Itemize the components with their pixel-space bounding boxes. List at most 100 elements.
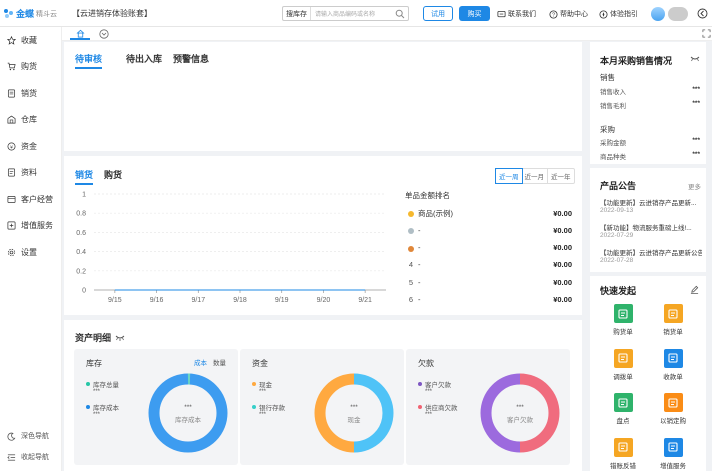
legend-bank: 银行存款	[252, 402, 285, 412]
buy-button[interactable]: 购买	[459, 6, 490, 21]
legend-value: ***	[259, 389, 267, 395]
y-tick-label: 0.2	[76, 268, 86, 275]
legend-label: 供应商欠款	[425, 405, 458, 412]
sales-profit-row: 销售毛利 ***	[600, 100, 700, 110]
eye-closed-icon[interactable]	[115, 335, 125, 341]
legend-value: ***	[93, 389, 101, 395]
quick-action[interactable]: 以销定购	[658, 393, 688, 425]
purchase-amount-row: 采购金额 ***	[600, 137, 700, 147]
row-label: 采购金额	[600, 140, 626, 147]
quick-action-label: 购货单	[613, 329, 633, 336]
search-scope[interactable]: 搜库存	[283, 7, 311, 20]
rank-value: ¥0.00	[553, 277, 572, 287]
rank-value: ¥0.00	[553, 295, 572, 304]
sidebar-item-sales[interactable]: 销货	[0, 80, 61, 107]
search-icon[interactable]	[395, 9, 405, 19]
collapse-icon	[7, 453, 16, 461]
y-tick-label: 0	[82, 288, 86, 295]
sidebar-item-label: 收藏	[21, 35, 37, 45]
more-link[interactable]: 更多	[688, 181, 701, 191]
x-tick-label: 9/20	[317, 297, 331, 304]
quick-action[interactable]: 盘点	[608, 393, 638, 425]
x-tick-label: 9/17	[191, 297, 205, 304]
product-types-row: 商品种类 ***	[600, 151, 700, 161]
search-input[interactable]: 请输入商品编码或名称	[311, 9, 395, 18]
reverse-icon	[613, 437, 633, 457]
row-label: 商品种类	[600, 154, 626, 161]
sidebar-item-cart[interactable]: 购货	[0, 54, 61, 81]
rank-row: 5- ¥0.00	[404, 276, 572, 288]
sidebar-item-money[interactable]: ¥ 资金	[0, 133, 61, 160]
toggle-cost[interactable]: 成本	[194, 357, 207, 367]
exit-icon[interactable]	[697, 8, 708, 19]
announcement-item[interactable]: 【功能更新】云进销存产品更新...	[600, 197, 702, 207]
customer-icon	[7, 195, 16, 203]
app-logo[interactable]: 金蝶 精斗云	[4, 7, 57, 20]
sidebar-item-warehouse[interactable]: 仓库	[0, 107, 61, 134]
edit-icon[interactable]	[690, 285, 699, 294]
legend-inventory-total: 库存总量	[86, 379, 119, 389]
tab-pending-review[interactable]: 待审核	[75, 52, 103, 69]
fullscreen-icon[interactable]	[702, 29, 711, 38]
sell-to-buy-icon	[663, 393, 683, 412]
help-link[interactable]: ? 帮助中心	[549, 9, 588, 19]
sidebar-item-gear[interactable]: 设置	[0, 239, 61, 266]
avatar[interactable]	[651, 7, 665, 21]
tab-home[interactable]	[70, 28, 90, 40]
y-tick-label: 0.8	[76, 211, 86, 218]
top-bar: 金蝶 精斗云 【云进销存体验账套】 搜库存 请输入商品编码或名称 试用 购买 联…	[0, 0, 712, 27]
account-name[interactable]: 【云进销存体验账套】	[72, 8, 152, 19]
announcement-title: 产品公告	[600, 181, 637, 191]
medal-icon	[407, 243, 415, 253]
dark-nav-toggle[interactable]: 深色导航	[0, 431, 62, 441]
rank-row: - ¥0.00	[404, 224, 572, 236]
svg-text:¥: ¥	[10, 144, 13, 150]
quick-action[interactable]: 购货单	[608, 304, 638, 336]
gear-icon	[7, 248, 16, 256]
funds-title: 资金	[252, 359, 268, 368]
user-menu[interactable]	[668, 7, 688, 21]
range-selector: 近一周 近一月 近一年	[495, 168, 575, 184]
rank-name: -	[418, 225, 421, 235]
tab-sales[interactable]: 销货	[75, 168, 94, 185]
sidebar-item-customer[interactable]: 客户经营	[0, 186, 61, 213]
range-year[interactable]: 近一年	[548, 169, 574, 183]
assets-title: 资产明细	[75, 333, 112, 343]
tab-dropdown-icon[interactable]	[99, 29, 109, 39]
quick-action[interactable]: 增值服务	[658, 437, 688, 470]
quick-action[interactable]: 收款单	[658, 348, 688, 381]
sales-trend-chart: 0 0.2 0.4 0.6 0.8 1 9/15 9/16 9/17 9/18 9/19 9/20 9/…	[76, 192, 386, 304]
try-button[interactable]: 试用	[423, 6, 453, 21]
collapse-nav-toggle[interactable]: 收起导航	[0, 452, 62, 462]
sidebar-item-service[interactable]: 增值服务	[0, 213, 61, 240]
debts-title: 欠款	[418, 359, 434, 368]
donut-value: ***	[516, 404, 524, 411]
help-label: 帮助中心	[560, 11, 588, 18]
tab-warnings[interactable]: 预警信息	[173, 52, 209, 65]
tab-purchase[interactable]: 购货	[104, 168, 122, 181]
tab-pending-stock[interactable]: 待出入库	[126, 52, 162, 65]
legend-cash: 现金	[252, 379, 272, 389]
quick-action-label: 销货单	[663, 329, 683, 336]
y-tick-label: 0.6	[76, 230, 86, 237]
row-label: 销售毛利	[600, 103, 626, 110]
announcement-item[interactable]: 【功能更新】云进销存产品更新公告	[600, 247, 702, 257]
contact-link[interactable]: 联系我们	[497, 9, 536, 19]
eye-closed-icon[interactable]	[690, 56, 700, 62]
announcement-item[interactable]: 【新功能】物流服务重磅上线!...	[600, 222, 702, 232]
receipt-icon	[663, 348, 683, 368]
guide-link[interactable]: 体验指引	[599, 9, 638, 19]
range-week[interactable]: 近一周	[495, 168, 523, 184]
sidebar-item-document[interactable]: 资料	[0, 160, 61, 187]
svg-text:?: ?	[552, 12, 555, 18]
range-month[interactable]: 近一月	[522, 169, 548, 183]
toggle-quantity[interactable]: 数量	[213, 357, 226, 367]
x-tick-label: 9/19	[275, 297, 289, 304]
sidebar-item-star[interactable]: 收藏	[0, 27, 61, 54]
legend-label: 现金	[259, 382, 272, 389]
quick-action[interactable]: 调拨单	[608, 348, 638, 381]
search-box[interactable]: 搜库存 请输入商品编码或名称	[282, 6, 409, 21]
quick-action[interactable]: 销货单	[658, 304, 688, 336]
rank-value: ¥0.00	[553, 208, 572, 218]
quick-action[interactable]: 错账反错账	[608, 437, 638, 471]
